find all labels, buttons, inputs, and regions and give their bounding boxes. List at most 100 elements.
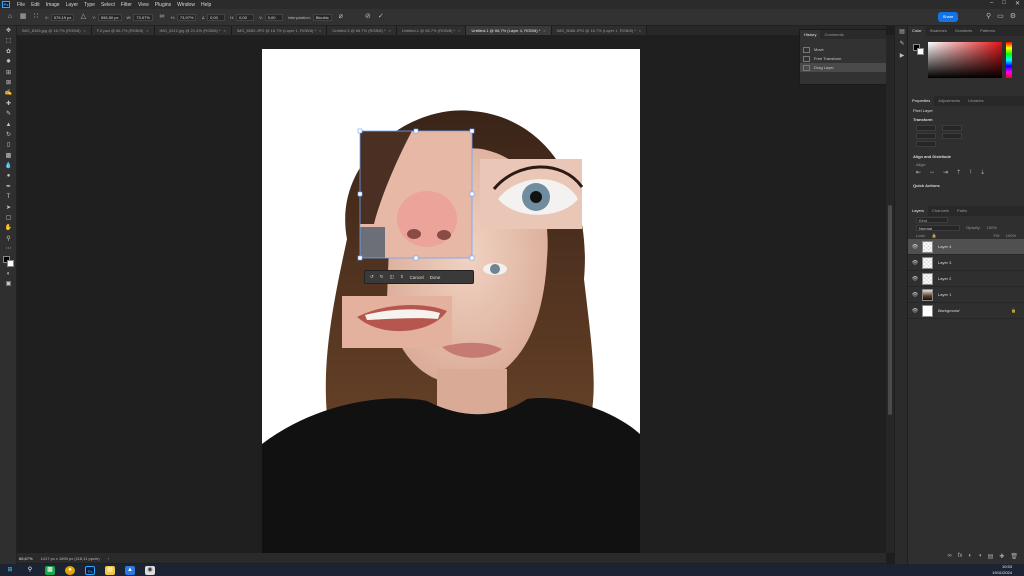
h-skew-input[interactable]: 0,00 <box>236 13 255 21</box>
blend-mode-select[interactable]: Normal <box>916 225 960 231</box>
w-input[interactable]: 73,97% <box>133 13 153 21</box>
align-left-icon[interactable]: ⇤ <box>916 169 921 176</box>
quick-actions-title[interactable]: Quick Actions <box>908 181 1024 190</box>
share-button[interactable]: Share <box>938 12 958 22</box>
eye-icon[interactable]: 👁 <box>908 292 922 298</box>
delta-icon[interactable]: △ <box>79 13 87 21</box>
transform-cancel-button[interactable]: Cancel <box>410 275 424 280</box>
close-icon[interactable]: × <box>223 28 225 33</box>
document-canvas[interactable] <box>262 49 640 553</box>
history-item-move[interactable]: Move <box>800 45 886 54</box>
file-explorer-icon[interactable]: ▤ <box>105 565 115 575</box>
tab-paths[interactable]: Paths <box>953 206 971 216</box>
fx-icon[interactable]: fx <box>958 553 963 560</box>
marquee-tool-icon[interactable]: ⬚ <box>0 36 17 46</box>
dodge-tool-icon[interactable]: ● <box>0 171 17 181</box>
zoom-tool-icon[interactable]: ⚲ <box>0 234 17 244</box>
hue-slider[interactable] <box>1006 42 1012 78</box>
menu-view[interactable]: View <box>135 2 152 8</box>
tab-img-8165[interactable]: IMG_8165.jpg @ 16,7% (RGB/8) × <box>17 26 92 35</box>
layer-row-layer-2[interactable]: 👁 Layer 2 <box>908 271 1024 287</box>
v-skew-input[interactable]: 0,00 <box>264 13 283 21</box>
gradient-tool-icon[interactable]: ▩ <box>0 151 17 161</box>
search-icon[interactable]: ⚲ <box>986 12 991 20</box>
color-swatches-icon[interactable] <box>0 255 17 269</box>
more-tools-icon[interactable]: ⋯ <box>0 244 17 254</box>
close-icon[interactable]: ✕ <box>1015 0 1020 7</box>
mask-icon[interactable]: ◐ <box>968 553 972 560</box>
menu-type[interactable]: Type <box>81 2 98 8</box>
app-white-icon[interactable]: ◉ <box>145 565 155 575</box>
eye-icon[interactable]: 👁 <box>908 308 922 314</box>
tab-f2[interactable]: F.2.psd @ 66,7% (RGB/8) × <box>91 26 155 35</box>
adjustment-icon[interactable]: ◑ <box>978 553 982 560</box>
align-right-icon[interactable]: ⇥ <box>943 169 948 176</box>
x-input[interactable] <box>916 133 936 139</box>
warp-icon[interactable]: ⌀ <box>337 13 345 21</box>
vertical-scrollbar[interactable] <box>886 35 894 553</box>
tab-gradients[interactable]: Gradients <box>951 26 976 36</box>
tab-img-8086[interactable]: IMG_8086.JPG @ 16,7% (Layer 1, RGB/8) * × <box>551 26 648 35</box>
trash-icon[interactable]: 🗑 <box>1010 553 1018 560</box>
new-layer-icon[interactable]: ✚ <box>999 553 1004 560</box>
rectangle-tool-icon[interactable]: ▢ <box>0 213 17 223</box>
move-tool-icon[interactable]: ✥ <box>0 26 17 36</box>
layer-kind-filter[interactable]: Kind <box>916 217 948 223</box>
link-layers-icon[interactable]: ∞ <box>947 553 951 560</box>
tab-untitled-1[interactable]: Untitled-1 @ 66,7% (RGB/8) * × <box>396 26 467 35</box>
rotate-right-icon[interactable]: ↻ <box>380 274 384 280</box>
color-picker[interactable] <box>908 36 1024 88</box>
fill-input[interactable]: 100% <box>1006 233 1016 238</box>
folder-icon[interactable]: ▤ <box>988 553 994 560</box>
menu-help[interactable]: Help <box>198 2 214 8</box>
comments-icon[interactable]: ✎ <box>895 38 909 50</box>
tab-untitled-1-layer-4[interactable]: Untitled-1 @ 66,7% (Layer 4, RGB/8) * × <box>466 26 552 35</box>
align-middle-icon[interactable]: ↕ <box>969 169 972 176</box>
align-bottom-icon[interactable]: ⇣ <box>980 169 985 176</box>
opacity-input[interactable]: 100% <box>987 225 997 231</box>
menu-filter[interactable]: Filter <box>118 2 135 8</box>
rotate-left-icon[interactable]: ↺ <box>370 274 374 280</box>
interpolation-select[interactable]: Bicubic <box>312 13 332 21</box>
close-icon[interactable]: × <box>146 28 148 33</box>
layer-row-layer-3[interactable]: 👁 Layer 3 <box>908 255 1024 271</box>
tab-layers[interactable]: Layers <box>908 206 929 216</box>
workspace-icon[interactable]: ▭ <box>997 12 1004 20</box>
tab-comments[interactable]: Comments <box>820 30 847 39</box>
background-color-swatch[interactable] <box>917 48 924 55</box>
layer-row-layer-4[interactable]: 👁 Layer 4 <box>908 239 1024 255</box>
history-item-drag-layer[interactable]: Drag Layer <box>800 63 886 72</box>
tab-adjustments[interactable]: Adjustments <box>934 96 964 106</box>
flip-horizontal-icon[interactable]: ◫ <box>390 274 394 280</box>
healing-brush-tool-icon[interactable]: ✚ <box>0 99 17 109</box>
zoom-level[interactable]: 66,67% <box>19 556 33 561</box>
tab-patterns[interactable]: Patterns <box>976 26 999 36</box>
pen-tool-icon[interactable]: ✒ <box>0 182 17 192</box>
background-color-swatch[interactable] <box>7 259 14 267</box>
tab-color[interactable]: Color <box>908 26 926 36</box>
lasso-tool-icon[interactable]: ✿ <box>0 47 17 57</box>
eye-icon[interactable]: 👁 <box>908 244 922 250</box>
system-clock[interactable]: 10:53 19/11/2024 <box>992 564 1012 575</box>
home-icon[interactable]: ⌂ <box>6 13 14 21</box>
hand-tool-icon[interactable]: ✋ <box>0 223 17 233</box>
transform-done-button[interactable]: Done <box>430 275 441 280</box>
crop-tool-icon[interactable]: ⊞ <box>0 68 17 78</box>
menu-edit[interactable]: Edit <box>28 2 43 8</box>
tab-swatches[interactable]: Swatches <box>926 26 951 36</box>
menu-image[interactable]: Image <box>43 2 63 8</box>
close-icon[interactable]: × <box>389 28 391 33</box>
x-input[interactable]: 579,19 px <box>50 13 75 21</box>
photos-icon[interactable]: ▲ <box>125 565 135 575</box>
close-icon[interactable]: × <box>319 28 321 33</box>
blur-tool-icon[interactable]: 💧 <box>0 161 17 171</box>
settings-icon[interactable]: ⚙ <box>1010 12 1016 20</box>
history-icon[interactable]: ▤ <box>895 26 909 38</box>
flip-vertical-icon[interactable]: ⇕ <box>400 274 404 280</box>
photoshop-taskbar-icon[interactable]: Ps <box>85 565 95 575</box>
height-input[interactable] <box>942 125 962 131</box>
layer-row-layer-1[interactable]: 👁 Layer 1 <box>908 287 1024 303</box>
y-input[interactable]: 596,50 px <box>97 13 122 21</box>
menu-layer[interactable]: Layer <box>63 2 82 8</box>
tab-history[interactable]: History <box>800 30 821 39</box>
